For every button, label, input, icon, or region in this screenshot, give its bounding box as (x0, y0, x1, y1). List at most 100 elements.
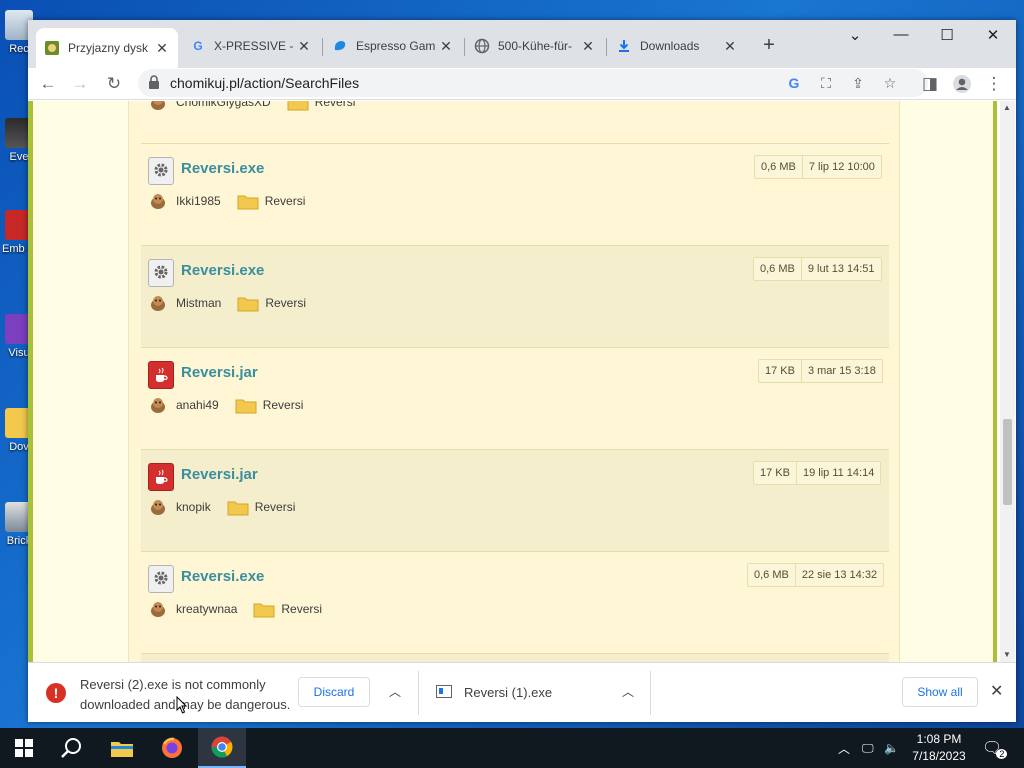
minimize-icon[interactable]: — (886, 26, 916, 43)
tab-title: X-PRESSIVE - G (214, 39, 296, 53)
chrome-window: Przyjazny dysk ✕ G X-PRESSIVE - G ✕ Espr… (28, 20, 1016, 722)
tab-close-icon[interactable]: ✕ (154, 40, 170, 57)
tab-close-icon[interactable]: ✕ (296, 38, 312, 55)
owner-info: anahi49 Reversi (149, 396, 303, 414)
show-all-button[interactable]: Show all (902, 677, 978, 707)
file-date: 7 lip 12 10:00 (808, 161, 875, 173)
file-size: 0,6 MB (754, 258, 802, 280)
folder-link[interactable]: Reversi (265, 194, 306, 208)
tab-separator (606, 38, 607, 56)
file-meta: 17 KB 3 mar 15 3:18 (758, 359, 883, 383)
result-row: Reversi.exe 0,6 MB 7 lip 12 10:00 Ikki19… (141, 143, 889, 245)
exe-file-icon (436, 685, 452, 698)
result-row: Reversi.jar 17 KB 3 mar 15 3:18 anahi49 … (141, 347, 889, 449)
folder-icon (235, 399, 257, 414)
scrollbar-thumb[interactable] (1003, 419, 1012, 505)
download-icon (616, 38, 632, 54)
translate-icon[interactable]: ⛶ (816, 73, 836, 93)
file-name-link[interactable]: Reversi.exe (181, 262, 264, 279)
chomikuj-favicon-icon (44, 40, 60, 56)
tab-500-kuhe[interactable]: 500-Kühe-für- ✕ (466, 32, 604, 60)
new-tab-plus-icon[interactable]: + (758, 34, 780, 57)
file-name-link[interactable]: Reversi.jar (181, 466, 258, 483)
file-date: 22 sie 13 14:32 (801, 569, 878, 581)
result-row: Reversi.exe 0,6 MB 9 lut 13 14:51 Mistma… (141, 245, 889, 347)
tab-title: Przyjazny dysk (68, 41, 149, 55)
scroll-up-arrow-icon[interactable]: ▲ (1003, 103, 1011, 112)
hamster-avatar-icon (151, 500, 165, 515)
tab-przyjazny-dysk[interactable]: Przyjazny dysk ✕ (36, 28, 178, 68)
page-scrollbar[interactable]: ▲ ▼ (1000, 101, 1015, 662)
clock-date: 7/18/2023 (912, 749, 966, 763)
folder-icon (287, 101, 309, 111)
network-icon[interactable]: 🖵 (862, 728, 874, 768)
tab-downloads[interactable]: Downloads ✕ (608, 32, 746, 60)
tab-separator (464, 38, 465, 56)
folder-icon (237, 297, 259, 312)
scroll-down-arrow-icon[interactable]: ▼ (1003, 650, 1011, 659)
menu-kebab-icon[interactable]: ⋮ (982, 72, 1006, 96)
file-name-link[interactable]: Reversi.jar (181, 364, 258, 381)
chevron-up-icon[interactable]: ︿ (389, 683, 401, 700)
owner-link[interactable]: Ikki1985 (176, 194, 221, 208)
espresso-icon (332, 38, 348, 54)
tab-strip: Przyjazny dysk ✕ G X-PRESSIVE - G ✕ Espr… (28, 20, 1016, 68)
file-explorer-icon[interactable] (98, 728, 146, 768)
profile-avatar-icon[interactable] (950, 72, 974, 96)
tab-title: Espresso Gam (356, 39, 436, 53)
danger-warning-icon: ! (46, 683, 66, 703)
show-hidden-icons-chevron-icon[interactable]: ︿ (838, 728, 850, 768)
chrome-taskbar-icon[interactable] (198, 728, 246, 768)
close-shelf-icon[interactable]: ✕ (990, 681, 1003, 701)
tab-x-pressive[interactable]: G X-PRESSIVE - G ✕ (182, 32, 320, 60)
start-windows-icon[interactable] (0, 728, 48, 768)
firefox-icon[interactable] (148, 728, 196, 768)
notifications-icon[interactable]: 🗨 2 (982, 728, 1008, 768)
search-icon[interactable] (48, 728, 96, 768)
address-bar[interactable]: chomikuj.pl/action/SearchFiles G ⛶ ⇪ ☆ (138, 69, 928, 97)
tab-espresso-games[interactable]: Espresso Gam ✕ (324, 32, 462, 60)
owner-link[interactable]: anahi49 (176, 398, 219, 412)
owner-link[interactable]: kreatywnaa (176, 602, 237, 616)
maximize-icon[interactable]: ☐ (932, 26, 962, 44)
folder-link[interactable]: Reversi (265, 296, 306, 310)
java-jar-file-icon (148, 361, 174, 389)
owner-link[interactable]: Mistman (176, 296, 221, 310)
side-panel-icon[interactable]: ◨ (918, 72, 942, 96)
google-lens-icon[interactable]: G (784, 73, 804, 93)
system-clock[interactable]: 1:08 PM 7/18/2023 (906, 731, 972, 765)
download-item-name[interactable]: Reversi (1).exe (464, 685, 552, 700)
tab-separator (322, 38, 323, 56)
reload-icon[interactable]: ↻ (102, 72, 126, 96)
hamster-avatar-icon (151, 194, 165, 209)
tab-close-icon[interactable]: ✕ (580, 38, 596, 55)
tab-search-chevron-icon[interactable]: ⌄ (840, 26, 870, 44)
close-window-icon[interactable]: ✕ (978, 26, 1008, 44)
download-warning-text: Reversi (2).exe is not commonly download… (80, 675, 300, 715)
folder-link[interactable]: Reversi (281, 602, 322, 616)
volume-muted-icon[interactable]: 🔈 (884, 728, 899, 768)
file-date: 9 lut 13 14:51 (807, 263, 875, 275)
forward-arrow-icon[interactable]: → (68, 72, 92, 96)
owner-link[interactable]: knopik (176, 500, 211, 514)
folder-link[interactable]: Reversi (315, 101, 356, 109)
folder-link[interactable]: Reversi (263, 398, 304, 412)
tab-close-icon[interactable]: ✕ (722, 38, 738, 55)
share-icon[interactable]: ⇪ (848, 73, 868, 93)
file-name-link[interactable]: Reversi.exe (181, 160, 264, 177)
bookmark-star-icon[interactable]: ☆ (880, 73, 900, 93)
folder-icon (227, 501, 249, 516)
back-arrow-icon[interactable]: ← (36, 72, 60, 96)
url-text[interactable]: chomikuj.pl/action/SearchFiles (170, 75, 359, 91)
folder-link[interactable]: Reversi (255, 500, 296, 514)
discard-button[interactable]: Discard (298, 677, 370, 707)
java-jar-file-icon (148, 463, 174, 491)
file-size: 17 KB (754, 462, 797, 484)
browser-toolbar: ← → ↻ chomikuj.pl/action/SearchFiles G ⛶… (28, 68, 1016, 100)
owner-link[interactable]: ChomikGlygasXD (176, 101, 271, 109)
file-name-link[interactable]: Reversi.exe (181, 568, 264, 585)
file-meta: 17 KB 19 lip 11 14:14 (753, 461, 882, 485)
chevron-up-icon[interactable]: ︿ (622, 683, 634, 700)
file-size: 0,6 MB (748, 564, 796, 586)
tab-close-icon[interactable]: ✕ (438, 38, 454, 55)
